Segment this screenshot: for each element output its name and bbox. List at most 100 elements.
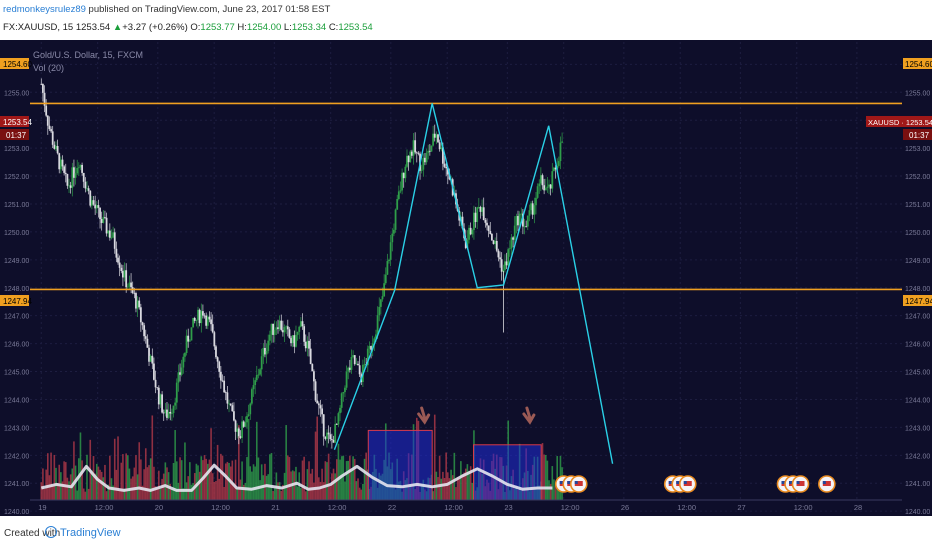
candle-body	[412, 140, 415, 156]
publish-text: published on TradingView.com, June 23, 2…	[88, 4, 331, 15]
candle-body	[363, 364, 366, 366]
candle-body	[170, 413, 173, 414]
y-tick-label-right: 1252.00	[905, 174, 930, 181]
candle-body	[347, 367, 350, 372]
volume-bar	[471, 482, 474, 500]
volume-bar	[84, 491, 87, 500]
candle-body	[190, 327, 193, 341]
candle-body	[215, 346, 217, 358]
volume-bar	[358, 487, 361, 500]
volume-bar	[544, 454, 547, 500]
y-tick-label-left: 1253.00	[4, 146, 29, 153]
candle-body	[46, 115, 49, 126]
candle-body	[133, 292, 136, 294]
candle-body	[397, 191, 400, 199]
volume-bar	[50, 452, 52, 500]
candle-body	[74, 173, 77, 178]
candle-body	[384, 274, 387, 284]
candle-body	[536, 186, 539, 198]
y-tick-label-left: 1243.00	[4, 425, 29, 432]
candle-body	[51, 131, 54, 145]
y-tick-label-right: 1247.00	[905, 314, 930, 321]
candle-body	[549, 184, 552, 189]
candle-body	[45, 105, 48, 116]
candle-body	[113, 232, 116, 249]
candle-body	[484, 220, 487, 223]
candle-body	[143, 325, 146, 337]
open-label: O:	[190, 22, 201, 33]
y-tick-label-left: 1246.00	[4, 342, 29, 349]
candle-body	[228, 403, 230, 405]
candle-body	[350, 357, 353, 370]
volume-bar	[115, 469, 118, 500]
candle-body	[355, 363, 358, 365]
candle-body	[118, 262, 121, 268]
candle-body	[559, 142, 562, 162]
candle-body	[58, 153, 61, 170]
candle-body	[557, 161, 560, 166]
candle-body	[308, 340, 310, 349]
candle-body	[112, 232, 115, 238]
volume-bar	[127, 455, 129, 500]
candle-body	[273, 329, 276, 335]
candle-body	[481, 207, 483, 212]
volume-bar	[437, 477, 439, 500]
chart-area[interactable]: 1256.001256.001255.001255.001254.001254.…	[0, 40, 932, 516]
tradingview-link[interactable]: TradingView	[60, 527, 121, 539]
volume-bar	[220, 453, 222, 500]
candle-body	[195, 319, 198, 321]
volume-bar	[236, 488, 238, 500]
candle-body	[432, 133, 435, 146]
candle-body	[95, 205, 98, 209]
volume-bar	[322, 482, 325, 500]
candle-body	[301, 321, 304, 327]
candle-body	[414, 140, 417, 153]
candle-body	[339, 407, 341, 414]
candle-body	[303, 326, 306, 342]
candle-body	[379, 299, 382, 307]
candle-body	[548, 184, 550, 187]
candle-body	[401, 172, 403, 191]
candle-body	[433, 133, 436, 138]
candle-body	[250, 389, 253, 404]
volume-bar	[164, 462, 167, 500]
volume-bar	[159, 488, 162, 500]
volume-bar	[553, 479, 555, 500]
y-tick-label-left: 1255.00	[4, 90, 29, 97]
volume-bar	[249, 466, 252, 500]
left-level-text-bottom: 1247.94	[3, 297, 32, 306]
event-flag-icon	[781, 481, 785, 484]
candle-body	[100, 219, 103, 223]
volume-bar	[171, 489, 173, 500]
volume-bar	[63, 461, 65, 500]
candle-body	[92, 200, 95, 205]
candle-body	[473, 212, 475, 231]
price-chart[interactable]: 1256.001256.001255.001255.001254.001254.…	[0, 40, 932, 516]
candle-body	[164, 409, 167, 413]
right-price-text: XAUUSD · 1253.54	[868, 118, 932, 127]
publish-line: redmonkeysrulez89 published on TradingVi…	[3, 4, 330, 15]
event-icons	[554, 475, 836, 493]
volume-bar	[64, 462, 67, 500]
candle-body	[226, 392, 229, 404]
author-link[interactable]: redmonkeysrulez89	[3, 4, 86, 15]
volume-bar	[345, 461, 348, 500]
volume-bar	[221, 455, 224, 500]
volume-bar	[86, 454, 88, 500]
volume-bar	[260, 464, 263, 500]
candle-body	[378, 306, 381, 316]
candle-body	[219, 371, 222, 381]
candle-body	[241, 421, 243, 438]
candle-body	[334, 424, 337, 443]
candle-body	[59, 159, 62, 170]
candle-body	[523, 226, 526, 228]
volume-bar	[303, 456, 305, 500]
volume-bar	[211, 473, 214, 500]
candle-body	[499, 257, 501, 260]
volume-bar	[334, 473, 336, 500]
candle-body	[525, 226, 528, 228]
candle-body	[187, 335, 190, 342]
change-up-icon: ▲	[112, 22, 123, 33]
candle-body	[490, 233, 493, 241]
candle-body	[497, 250, 500, 258]
